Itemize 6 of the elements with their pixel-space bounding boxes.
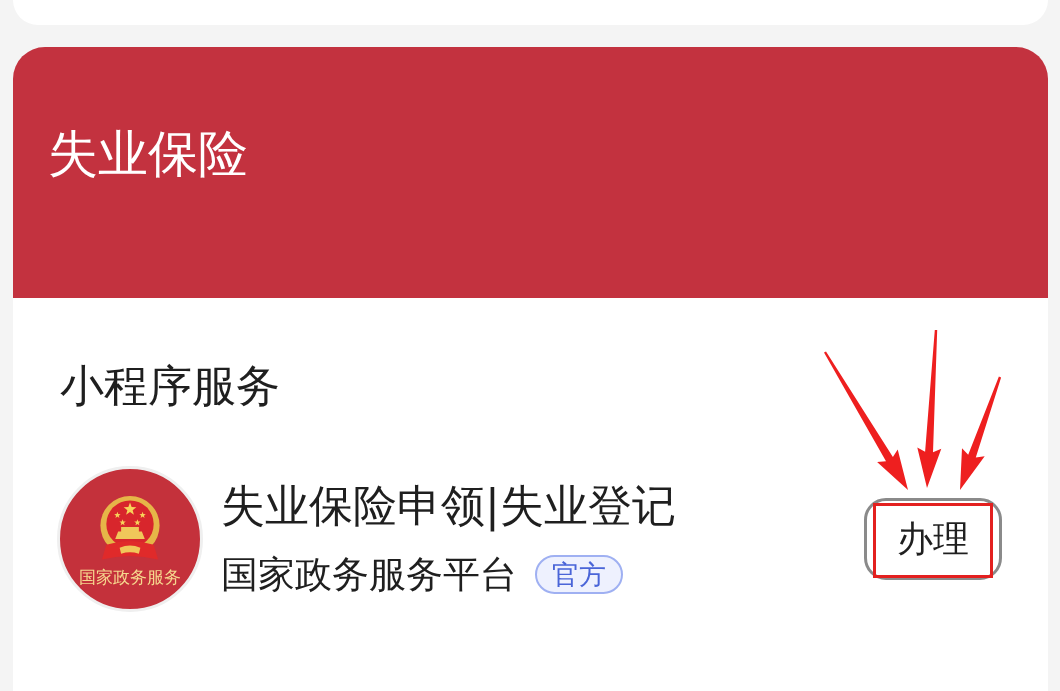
section-title: 失业保险 [48,129,248,179]
provider-name: 国家政务服务平台 [221,556,517,593]
handle-button[interactable]: 办理 [864,498,1002,580]
logo-text: 国家政务服务 [79,568,181,586]
official-badge: 官方 [535,555,623,594]
section-heading: 小程序服务 [60,364,280,408]
